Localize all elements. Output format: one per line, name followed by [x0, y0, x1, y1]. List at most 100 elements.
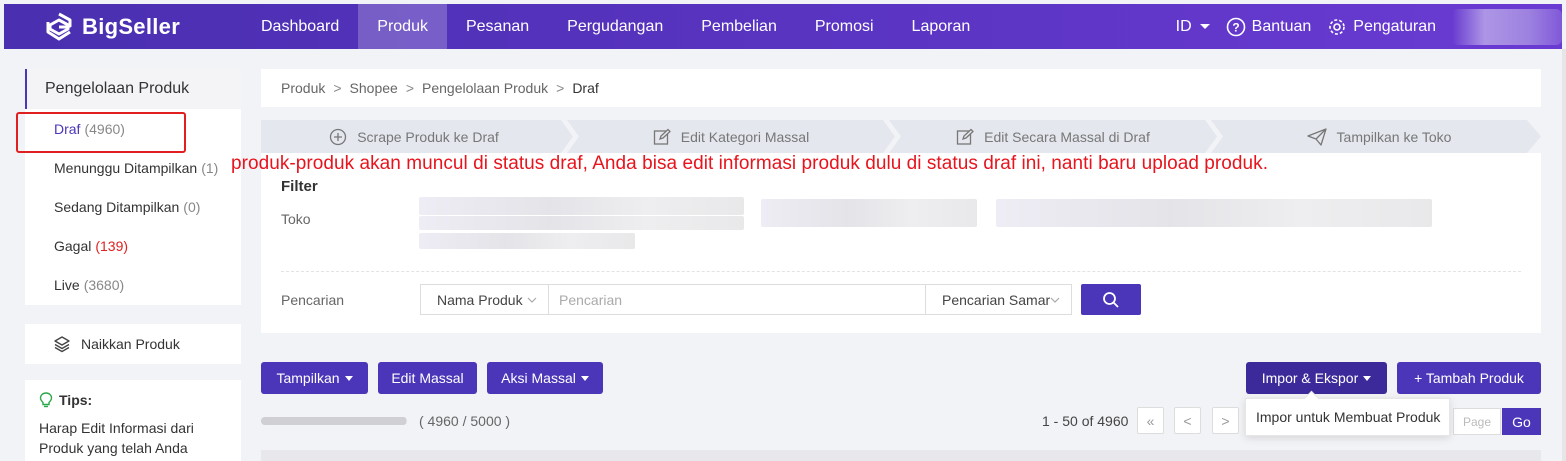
boost-product-button[interactable]: Naikkan Produk: [25, 324, 241, 364]
shop-option-blurred[interactable]: [761, 199, 977, 227]
tips-panel: Tips: Harap Edit Informasi dari Produk y…: [25, 380, 241, 461]
edit-massal-button[interactable]: Edit Massal: [378, 362, 477, 394]
nav-pesanan[interactable]: Pesanan: [447, 4, 548, 49]
sidebar-item-gagal[interactable]: Gagal (139): [54, 238, 128, 254]
next-page-button[interactable]: >: [1212, 407, 1239, 434]
boost-label: Naikkan Produk: [81, 336, 180, 352]
nav-promosi[interactable]: Promosi: [796, 4, 893, 49]
caret-down-icon: [344, 375, 353, 381]
breadcrumb-current: Draf: [572, 80, 599, 96]
add-product-label: + Tambah Produk: [1414, 370, 1524, 386]
aksi-massal-label: Aksi Massal: [501, 370, 576, 386]
step-edit-category: Edit Kategori Massal: [573, 120, 889, 153]
logo-text: BigSeller: [82, 13, 181, 39]
gear-icon: [1329, 18, 1346, 35]
help-link[interactable]: ? Bantuan: [1226, 17, 1312, 37]
sidebar-item-menunggu[interactable]: Menunggu Ditampilkan (1): [54, 160, 218, 176]
first-page-button[interactable]: «: [1137, 407, 1164, 434]
sidebar-item-label: Live: [54, 277, 80, 293]
search-button[interactable]: [1081, 284, 1141, 315]
shop-option-blurred[interactable]: [419, 216, 744, 230]
scrollbar[interactable]: [1562, 49, 1566, 461]
chevron-down-icon: [1199, 24, 1210, 29]
settings-link[interactable]: Pengaturan: [1327, 17, 1436, 37]
nav-produk[interactable]: Produk: [358, 4, 447, 49]
language-label: ID: [1175, 17, 1192, 35]
breadcrumb-pengelolaan[interactable]: Pengelolaan Produk: [422, 80, 548, 96]
nav-laporan[interactable]: Laporan: [893, 4, 990, 49]
shop-option-blurred[interactable]: [996, 199, 1432, 227]
shop-option-blurred[interactable]: [419, 233, 635, 249]
tampilkan-button[interactable]: Tampilkan: [261, 362, 368, 394]
help-label: Bantuan: [1251, 17, 1312, 35]
sidebar-item-count: (1): [201, 160, 219, 176]
quota-progress-fill: [261, 417, 406, 425]
shop-option-blurred[interactable]: [419, 197, 744, 215]
step-label: Edit Secara Massal di Draf: [984, 128, 1150, 145]
sidebar-item-label: Gagal: [54, 238, 92, 254]
svg-text:?: ?: [1232, 20, 1239, 34]
import-create-product-item[interactable]: Impor untuk Membuat Produk: [1256, 409, 1440, 425]
search-mode-select[interactable]: Pencarian Samar: [925, 284, 1072, 315]
send-icon: [1306, 127, 1327, 146]
step-publish: Tampilkan ke Toko: [1217, 120, 1541, 153]
nav-pembelian[interactable]: Pembelian: [682, 4, 796, 49]
logo[interactable]: BigSeller: [44, 12, 242, 42]
go-button[interactable]: Go: [1502, 408, 1541, 435]
highlight-box: [16, 112, 186, 153]
lightbulb-icon: [39, 392, 53, 408]
nav-dashboard[interactable]: Dashboard: [242, 4, 358, 49]
import-dropdown-menu: Impor untuk Membuat Produk: [1245, 398, 1450, 436]
table-header-strip: [261, 450, 1541, 461]
sidebar-item-live[interactable]: Live (3680): [54, 277, 124, 293]
step-edit-mass: Edit Secara Massal di Draf: [895, 120, 1211, 153]
search-input[interactable]: Pencarian: [549, 284, 925, 315]
filter-panel: Filter Toko Pencarian Nama Produk Pencar…: [261, 153, 1541, 333]
filter-divider: [281, 271, 1521, 272]
edit-icon: [653, 128, 671, 145]
impor-ekspor-label: Impor & Ekspor: [1261, 370, 1359, 386]
top-nav: BigSeller Dashboard Produk Pesanan Pergu…: [4, 4, 1562, 49]
filter-title: Filter: [281, 178, 318, 195]
caret-down-icon: [1363, 375, 1372, 381]
search-field-select[interactable]: Nama Produk: [420, 284, 549, 315]
page-number-input[interactable]: Page: [1453, 408, 1501, 435]
search-icon: [1103, 291, 1119, 308]
nav-pergudangan[interactable]: Pergudangan: [548, 4, 682, 49]
tampilkan-label: Tampilkan: [276, 370, 340, 386]
chevron-down-icon: [527, 297, 537, 303]
impor-ekspor-button[interactable]: Impor & Ekspor: [1246, 362, 1387, 394]
search-label: Pencarian: [281, 292, 345, 308]
bigseller-logo-icon: [46, 12, 72, 40]
prev-page-button[interactable]: <: [1174, 407, 1201, 434]
account-avatar-blurred[interactable]: [1452, 8, 1562, 45]
annotation-note: produk-produk akan muncul di status draf…: [231, 153, 1269, 174]
tips-text: Harap Edit Informasi dari Produk yang te…: [39, 420, 194, 456]
toko-label: Toko: [281, 211, 311, 227]
step-scrape: Scrape Produk ke Draf: [261, 120, 567, 153]
breadcrumb-produk[interactable]: Produk: [281, 80, 325, 96]
quota-progress-bar: [261, 417, 407, 425]
sidebar-item-label: Menunggu Ditampilkan: [54, 160, 198, 176]
edit-massal-label: Edit Massal: [391, 370, 464, 386]
workflow-steps: Scrape Produk ke Draf Edit Kategori Mass…: [261, 120, 1541, 153]
sidebar-item-sedang[interactable]: Sedang Ditampilkan (0): [54, 199, 200, 215]
sidebar-item-label: Sedang Ditampilkan: [54, 199, 180, 215]
breadcrumb-separator: >: [556, 80, 565, 96]
language-selector[interactable]: ID: [1176, 18, 1210, 36]
add-product-button[interactable]: + Tambah Produk: [1397, 362, 1541, 394]
tips-title: Tips:: [59, 392, 93, 408]
layers-icon: [54, 336, 70, 353]
sidebar-item-count: (139): [95, 238, 129, 254]
edit-icon: [956, 128, 975, 145]
step-label: Edit Kategori Massal: [680, 128, 810, 145]
search-mode-value: Pencarian Samar: [942, 291, 1051, 308]
help-icon: ?: [1226, 17, 1245, 36]
plus-circle-icon: [330, 128, 347, 145]
aksi-massal-button[interactable]: Aksi Massal: [487, 362, 603, 394]
search-field-value: Nama Produk: [437, 291, 523, 308]
chevron-down-icon: [1050, 297, 1060, 303]
pagination-range: 1 - 50 of 4960: [1042, 413, 1129, 429]
breadcrumb-shopee[interactable]: Shopee: [350, 80, 398, 96]
sidebar-item-count: (0): [183, 199, 201, 215]
